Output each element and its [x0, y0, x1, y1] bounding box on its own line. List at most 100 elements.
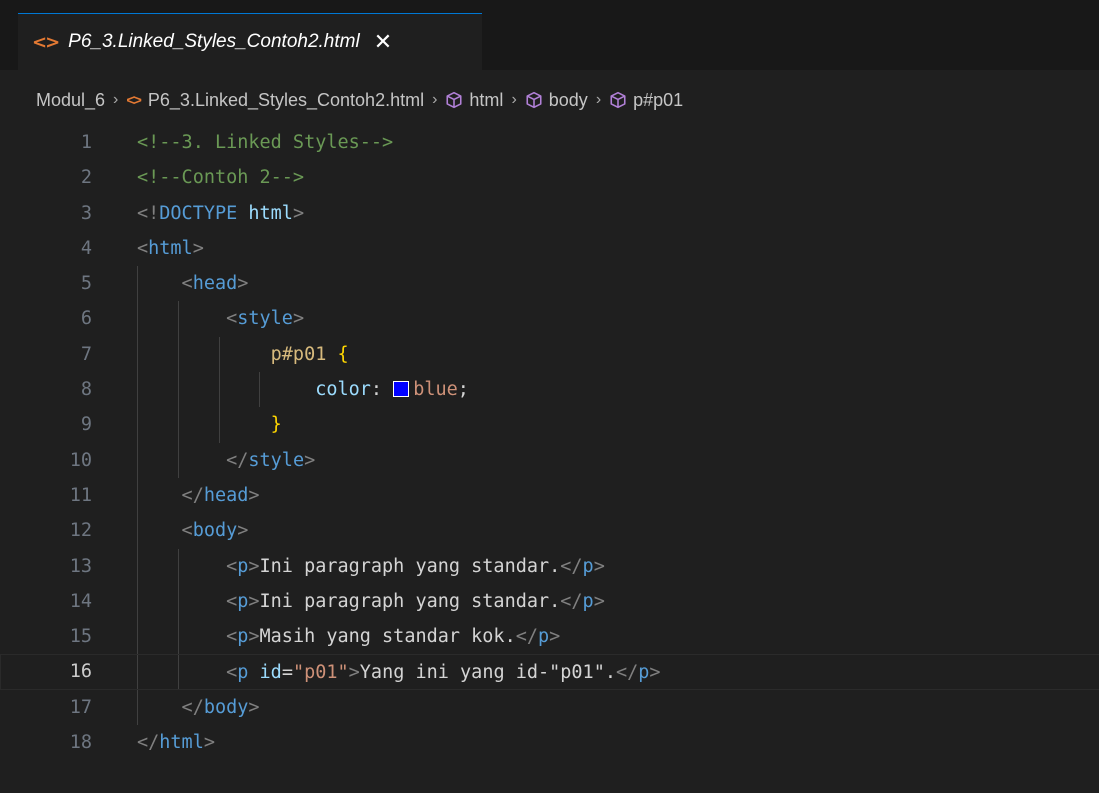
breadcrumb-body[interactable]: body [549, 90, 588, 111]
code-area[interactable]: <body> [137, 513, 1099, 549]
code-token: Ini paragraph yang standar. [259, 555, 561, 577]
code-token: body [192, 520, 238, 542]
breadcrumb-html[interactable]: html [469, 90, 503, 111]
code-area[interactable]: </style> [137, 442, 1099, 478]
code-token: </ [560, 590, 583, 612]
code-area[interactable]: p#p01 { [137, 336, 1099, 373]
breadcrumb-element[interactable]: p#p01 [633, 90, 683, 111]
line-number: 5 [80, 273, 92, 295]
code-line[interactable]: 16 <p id="p01">Yang ini yang id-"p01".</… [0, 654, 1099, 690]
code-token: <!--Contoh 2--> [137, 167, 305, 189]
code-text: <style> [137, 301, 304, 336]
line-number: 1 [80, 132, 92, 153]
code-line[interactable]: 18 </html> [0, 725, 1099, 760]
code-text: <!DOCTYPE html> [137, 196, 304, 231]
code-token: > [237, 520, 249, 542]
code-token: > [203, 732, 215, 754]
code-token: </ [515, 626, 538, 648]
code-line[interactable]: 5 <head> [0, 266, 1099, 302]
code-token: Ini paragraph yang standar. [259, 590, 561, 612]
code-line[interactable]: 2 <!--Contoh 2--> [0, 160, 1099, 195]
code-token: blue [413, 379, 458, 401]
code-text: color: blue; [137, 372, 469, 407]
code-token: </ [137, 696, 204, 718]
line-number: 13 [69, 555, 92, 577]
code-area[interactable]: <!--3. Linked Styles--> [137, 125, 1099, 160]
line-number: 11 [69, 484, 92, 506]
code-token: p [237, 662, 260, 684]
code-area[interactable]: </body> [137, 689, 1099, 726]
code-area[interactable]: <p>Ini paragraph yang standar.</p> [137, 583, 1099, 620]
code-token: < [137, 626, 238, 648]
editor-tab-bar: <> P6_3.Linked_Styles_Contoh2.html ✕ [0, 0, 1099, 71]
code-text: <p>Ini paragraph yang standar.</p> [137, 584, 605, 619]
tab-filename[interactable]: P6_3.Linked_Styles_Contoh2.html [68, 31, 360, 53]
code-area[interactable]: </html> [137, 725, 1099, 760]
code-token: < [137, 237, 149, 259]
code-line[interactable]: 4 <html> [0, 231, 1099, 266]
code-token: > [304, 449, 316, 471]
code-token: > [348, 662, 360, 684]
code-line[interactable]: 3 <!DOCTYPE html> [0, 196, 1099, 231]
code-token: style [248, 449, 305, 471]
code-token: > [292, 308, 305, 330]
code-area[interactable]: color: blue; [137, 372, 1099, 408]
code-line[interactable]: 12 <body> [0, 513, 1099, 549]
code-line[interactable]: 9 } [0, 407, 1099, 443]
code-text: <!--Contoh 2--> [137, 160, 304, 195]
code-line[interactable]: 11 </head> [0, 477, 1099, 514]
code-text: <p>Masih yang standar kok.</p> [137, 619, 560, 654]
code-editor[interactable]: 1 <!--3. Linked Styles--> 2 <!--Contoh 2-->… [0, 125, 1099, 760]
breadcrumb-folder[interactable]: Modul_6 [36, 90, 105, 111]
code-token: </ [137, 484, 204, 506]
code-token: > [549, 626, 561, 648]
line-number: 3 [80, 202, 92, 224]
chevron-right-icon: › [113, 91, 119, 108]
code-token: < [137, 590, 238, 612]
color-swatch-icon[interactable] [393, 381, 410, 398]
line-number: 14 [69, 590, 92, 612]
code-token: html [148, 237, 193, 259]
code-area[interactable]: <style> [137, 301, 1099, 337]
code-text: <head> [137, 266, 249, 301]
code-line[interactable]: 6 <style> [0, 301, 1099, 337]
line-number: 8 [80, 379, 92, 401]
code-area[interactable]: <p id="p01">Yang ini yang id-"p01".</p> [137, 654, 1099, 690]
code-token: { [337, 343, 349, 365]
breadcrumb-file[interactable]: P6_3.Linked_Styles_Contoh2.html [148, 90, 424, 111]
code-token: > [593, 555, 605, 577]
close-icon[interactable]: ✕ [374, 30, 392, 55]
code-text: </body> [137, 690, 260, 725]
symbol-element-icon [446, 91, 462, 109]
code-area[interactable]: <!DOCTYPE html> [137, 196, 1099, 231]
code-line[interactable]: 10 </style> [0, 442, 1099, 478]
line-number: 17 [69, 696, 92, 718]
code-area[interactable]: <p>Ini paragraph yang standar.</p> [137, 548, 1099, 584]
code-line[interactable]: 13 <p>Ini paragraph yang standar.</p> [0, 548, 1099, 584]
code-line[interactable]: 7 p#p01 { [0, 336, 1099, 373]
code-token: Masih yang standar kok. [259, 626, 516, 648]
code-token: > [192, 237, 204, 259]
code-area[interactable]: } [137, 407, 1099, 443]
code-token: style [237, 308, 293, 330]
code-line[interactable]: 1 <!--3. Linked Styles--> [0, 125, 1099, 160]
code-line[interactable]: 8 color: blue; [0, 372, 1099, 408]
code-line[interactable]: 15 <p>Masih yang standar kok.</p> [0, 619, 1099, 655]
code-line[interactable]: 14 <p>Ini paragraph yang standar.</p> [0, 583, 1099, 620]
code-text: <p id="p01">Yang ini yang id-"p01".</p> [137, 655, 660, 690]
line-number: 7 [80, 343, 92, 365]
code-area[interactable]: <!--Contoh 2--> [137, 160, 1099, 195]
code-token: p [582, 590, 594, 612]
editor-tab-active[interactable]: <> P6_3.Linked_Styles_Contoh2.html ✕ [18, 13, 482, 70]
code-token: p#p01 [137, 343, 338, 365]
code-area[interactable]: <head> [137, 266, 1099, 302]
code-area[interactable]: <p>Masih yang standar kok.</p> [137, 619, 1099, 655]
code-token: html [248, 202, 293, 224]
line-number: 4 [80, 237, 92, 259]
code-area[interactable]: </head> [137, 477, 1099, 514]
code-line[interactable]: 17 </body> [0, 689, 1099, 726]
line-number: 10 [69, 449, 92, 471]
code-token: < [137, 273, 193, 295]
code-token: "p01" [292, 662, 349, 684]
code-area[interactable]: <html> [137, 231, 1099, 266]
